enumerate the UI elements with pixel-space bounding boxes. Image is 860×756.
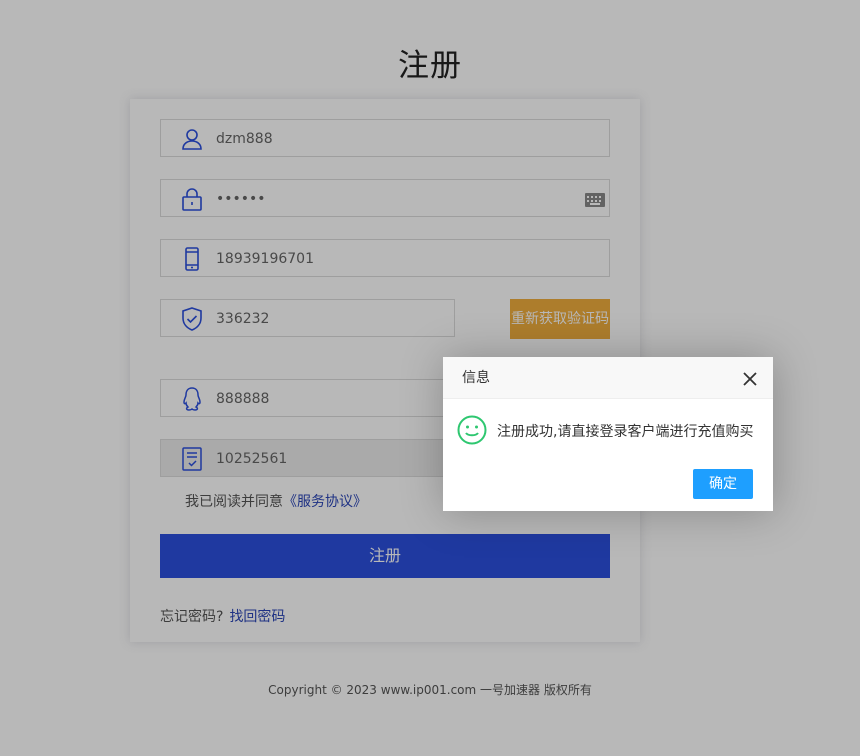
dialog-title: 信息 <box>462 370 490 386</box>
dialog-message: 注册成功,请直接登录客户端进行充值购买 <box>497 424 754 440</box>
dialog-header: 信息 <box>443 357 773 399</box>
info-dialog: 信息 注册成功,请直接登录客户端进行充值购买 确定 <box>443 357 773 511</box>
dialog-ok-button[interactable]: 确定 <box>693 469 753 499</box>
smile-icon <box>457 415 487 445</box>
close-icon[interactable] <box>743 371 757 386</box>
